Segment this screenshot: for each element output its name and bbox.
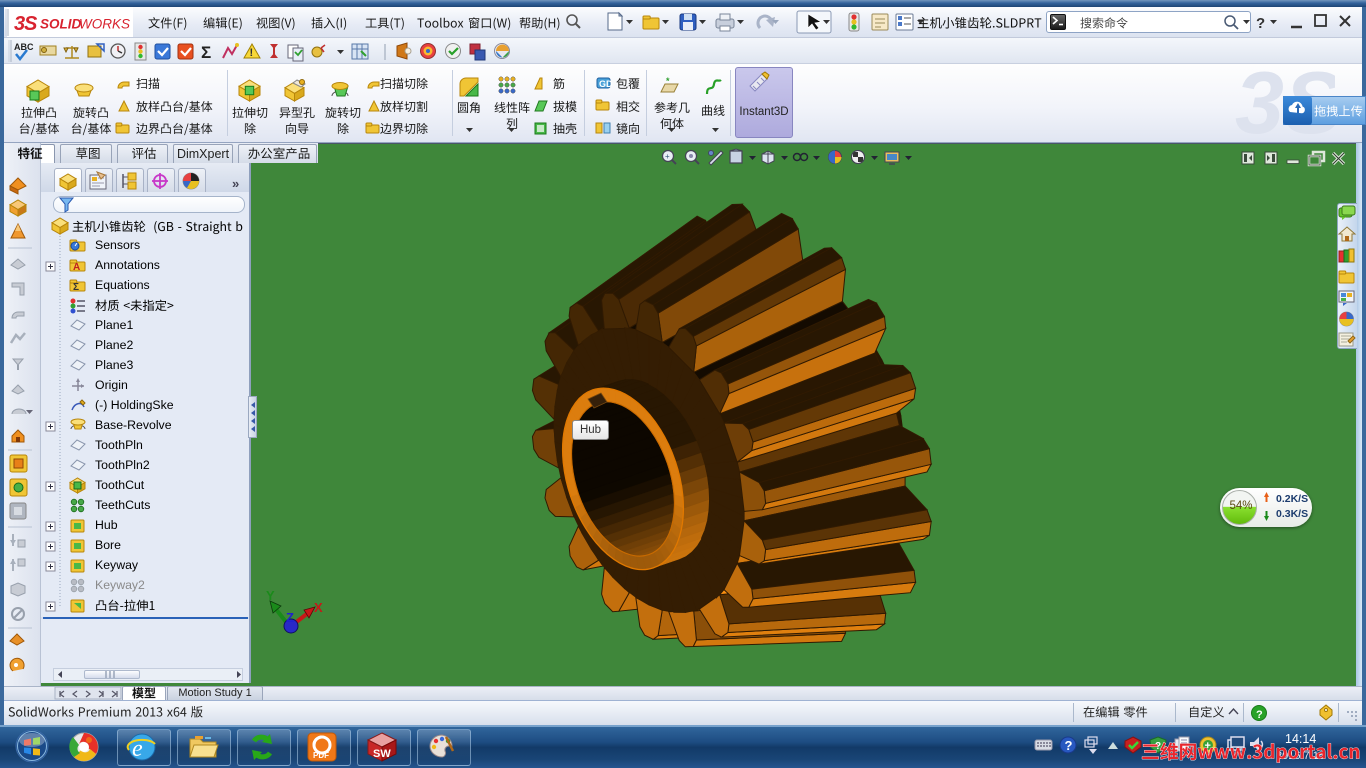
svg-text:ABC: ABC (14, 42, 34, 52)
svg-text:A: A (73, 262, 80, 273)
svg-text:WORKS: WORKS (79, 17, 130, 32)
svg-text:SW: SW (373, 748, 391, 760)
svg-text:X: X (314, 600, 323, 615)
svg-text:PDF: PDF (313, 751, 329, 760)
svg-text:*: * (666, 76, 670, 86)
svg-text:+: + (665, 152, 670, 161)
svg-text:?: ? (1256, 709, 1263, 721)
svg-text:?: ? (1256, 15, 1265, 32)
svg-text:?: ? (1065, 738, 1073, 753)
svg-text:Z: Z (286, 610, 294, 625)
svg-text:S: S (24, 13, 38, 35)
svg-text:SOLID: SOLID (40, 17, 82, 32)
svg-text:GD: GD (599, 79, 613, 89)
svg-text:Σ: Σ (201, 43, 211, 62)
svg-text:Y: Y (266, 588, 275, 603)
svg-text:Σ: Σ (73, 282, 79, 293)
svg-text:!: ! (250, 47, 254, 59)
svg-text:»: » (232, 176, 239, 191)
